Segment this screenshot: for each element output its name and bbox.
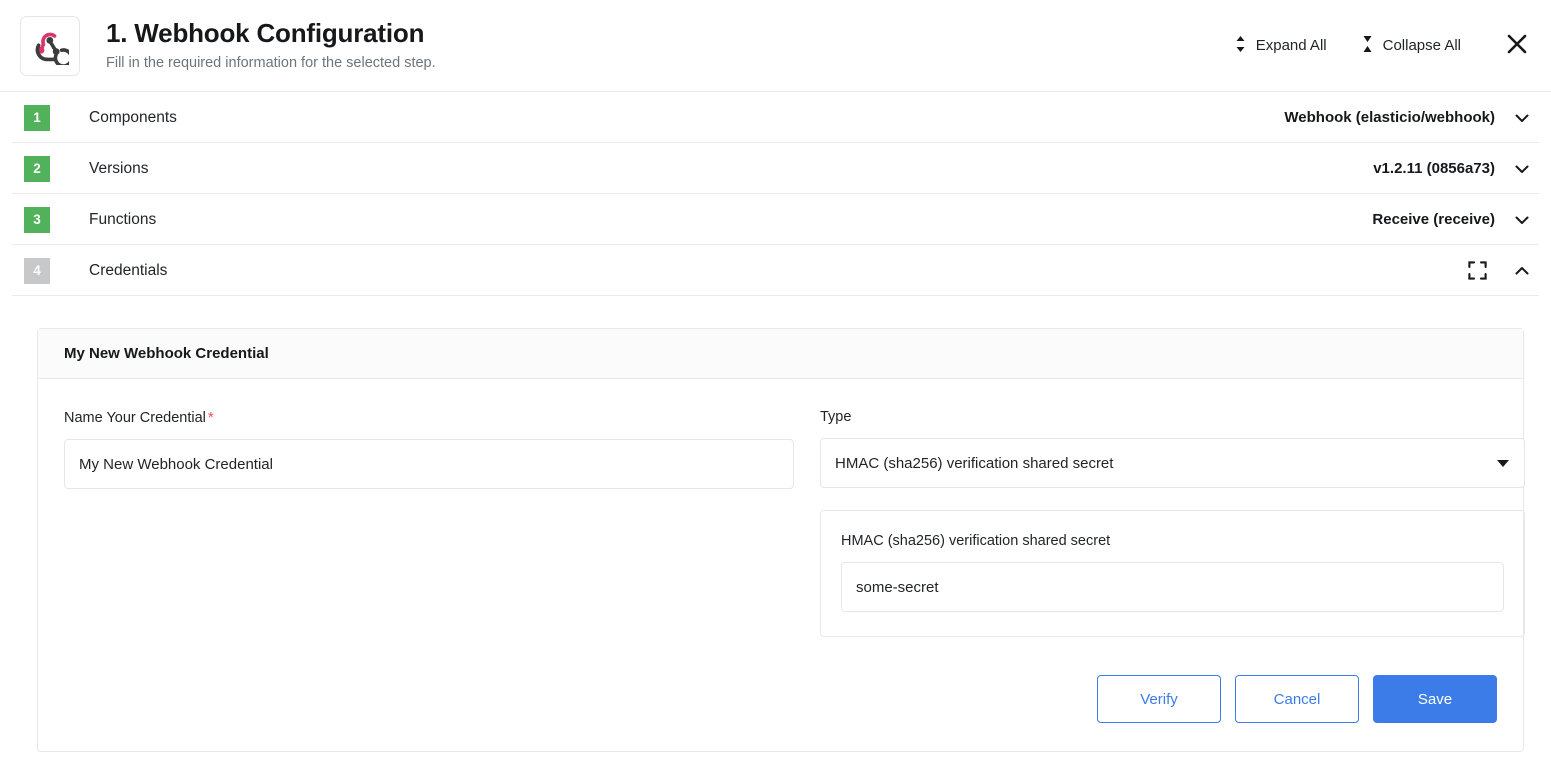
credential-action-buttons: Verify Cancel Save (38, 637, 1523, 751)
fullscreen-icon[interactable] (1465, 259, 1489, 283)
name-field-label: Name Your Credential * (64, 409, 794, 426)
credential-name-column: Name Your Credential * (64, 409, 794, 637)
hmac-secret-panel: HMAC (sha256) verification shared secret (820, 510, 1525, 637)
chevron-down-icon[interactable] (1511, 158, 1533, 180)
chevron-down-icon[interactable] (1511, 209, 1533, 231)
step-row-components[interactable]: 1 Components Webhook (elasticio/webhook) (0, 92, 1551, 143)
type-field-label: Type (820, 409, 852, 425)
credential-card-body: Name Your Credential* Type HMAC (sha256)… (38, 379, 1525, 637)
expand-all-button[interactable]: Expand All (1224, 28, 1337, 64)
credential-type-select[interactable]: HMAC (sha256) verification shared secret (820, 438, 1525, 488)
save-button[interactable]: Save (1373, 675, 1497, 723)
credential-type-column: Type HMAC (sha256) verification shared s… (820, 409, 1525, 637)
step-value: v1.2.11 (0856a73) (1373, 160, 1495, 177)
expand-all-label: Expand All (1255, 37, 1327, 54)
collapse-all-button[interactable]: Collapse All (1351, 28, 1471, 64)
step-row-functions[interactable]: 3 Functions Receive (receive) (0, 194, 1551, 245)
step-value: Webhook (elasticio/webhook) (1284, 109, 1495, 126)
credential-card: My New Webhook Credential Name Your Cred… (37, 328, 1525, 752)
step-label: Components (89, 108, 177, 126)
collapse-all-label: Collapse All (1382, 37, 1461, 54)
step-badge: 4 (24, 257, 50, 284)
chevron-down-icon[interactable] (1511, 107, 1533, 129)
step-row-versions[interactable]: 2 Versions v1.2.11 (0856a73) (0, 143, 1551, 194)
close-icon (1505, 32, 1529, 59)
step-badge: 1 (24, 104, 50, 131)
name-field-label-text: Name Your Credential (64, 410, 206, 426)
step-value: Receive (receive) (1372, 211, 1495, 228)
step-label: Versions (89, 159, 149, 177)
verify-button[interactable]: Verify (1097, 675, 1221, 723)
chevron-up-down-icon (1234, 34, 1247, 58)
page-subtitle: Fill in the required information for the… (106, 55, 436, 72)
hmac-secret-label: HMAC (sha256) verification shared secret (841, 533, 1111, 549)
credential-type-select-wrap: HMAC (sha256) verification shared secret (820, 438, 1525, 488)
webhook-logo-icon (20, 15, 80, 76)
cancel-button[interactable]: Cancel (1235, 675, 1359, 723)
step-badge: 3 (24, 206, 50, 233)
required-asterisk: * (207, 409, 214, 426)
step-badge: 2 (24, 155, 50, 182)
step-label: Functions (89, 210, 157, 228)
collapse-arrows-icon (1361, 34, 1374, 58)
credential-name-input[interactable] (64, 439, 794, 489)
credential-card-title: My New Webhook Credential (38, 329, 1523, 379)
step-label: Credentials (89, 261, 168, 279)
page-title: 1. Webhook Configuration (106, 18, 425, 49)
step-row-credentials[interactable]: 4 Credentials (0, 245, 1551, 296)
close-button[interactable] (1501, 28, 1533, 63)
step-list: 1 Components Webhook (elasticio/webhook)… (0, 92, 1551, 296)
hmac-secret-input[interactable] (841, 562, 1504, 612)
header-title-block: 1. Webhook Configuration Fill in the req… (106, 18, 1224, 73)
page-header: 1. Webhook Configuration Fill in the req… (0, 0, 1551, 92)
chevron-up-icon[interactable] (1511, 260, 1533, 282)
credential-card-area: My New Webhook Credential Name Your Cred… (0, 296, 1551, 752)
header-actions: Expand All Collapse All (1224, 28, 1533, 64)
